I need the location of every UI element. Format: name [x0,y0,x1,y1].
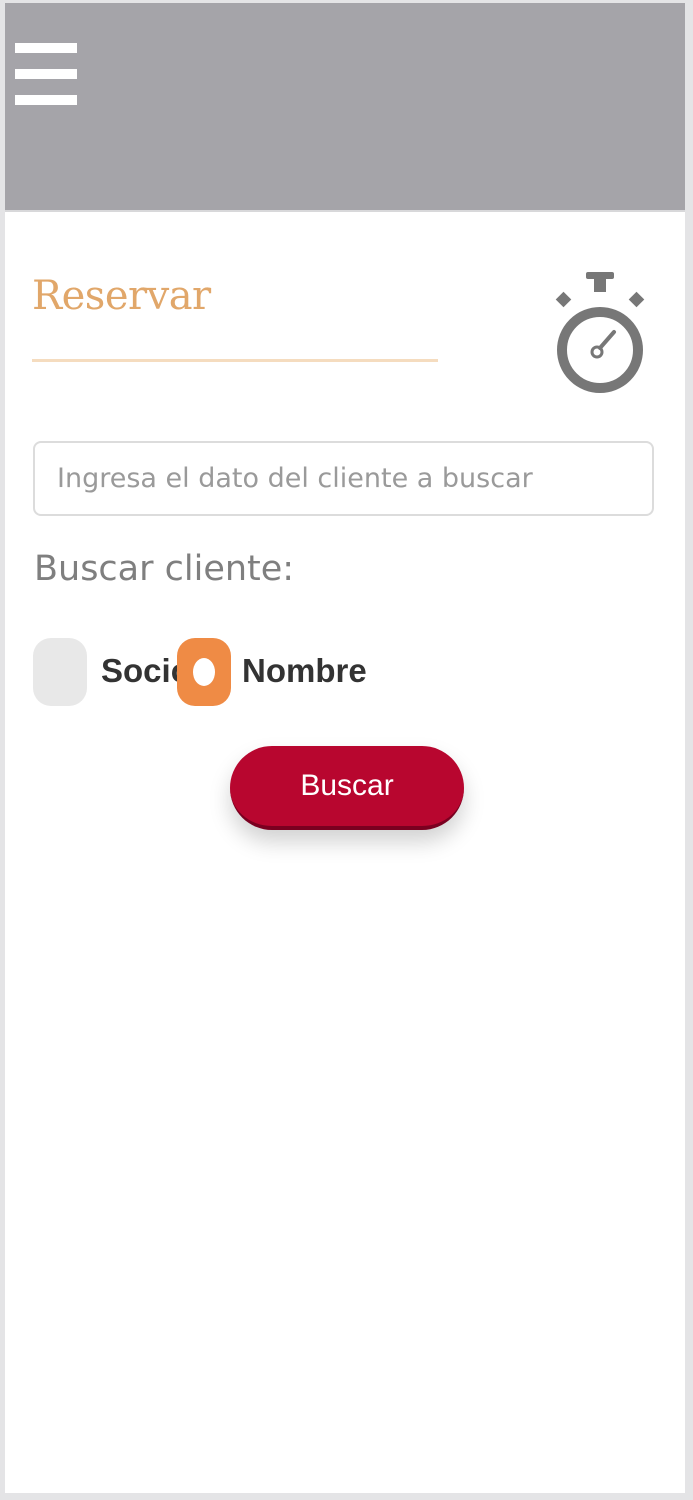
radio-nombre-label[interactable]: Nombre [242,652,367,690]
radio-socio[interactable] [33,638,87,706]
stopwatch-icon [555,272,645,393]
client-search-input[interactable] [33,441,654,516]
search-client-label: Buscar cliente: [34,549,295,589]
hamburger-menu-icon[interactable] [15,43,77,105]
top-header-bar [5,3,685,212]
radio-selected-dot [193,658,215,686]
app-screen: Reservar Buscar cliente: Socio Nombre Bu… [5,3,685,1493]
title-underline-divider [32,359,438,362]
search-type-radio-group: Socio Nombre [33,638,433,706]
radio-nombre[interactable] [177,638,231,706]
search-button[interactable]: Buscar [230,746,464,830]
page-title: Reservar [32,273,211,319]
